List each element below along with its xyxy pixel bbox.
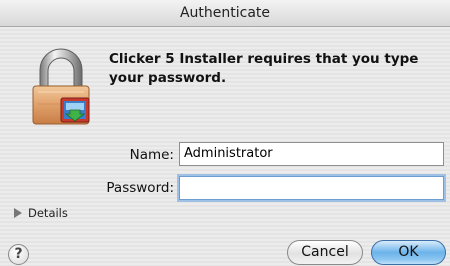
name-label: Name:	[129, 147, 174, 163]
disclosure-triangle-icon[interactable]	[14, 208, 22, 218]
name-field[interactable]: Administrator	[179, 142, 444, 166]
ok-button[interactable]: OK	[371, 240, 446, 265]
details-disclosure[interactable]: Details	[14, 206, 68, 220]
details-label: Details	[28, 206, 68, 220]
cancel-button[interactable]: Cancel	[287, 240, 363, 265]
window-title: Authenticate	[179, 5, 271, 21]
window-titlebar[interactable]: Authenticate	[0, 0, 450, 27]
padlock-icon	[32, 48, 90, 125]
password-label: Password:	[106, 180, 174, 196]
installer-package-icon	[60, 97, 90, 123]
auth-message: Clicker 5 Installer requires that you ty…	[109, 51, 419, 86]
password-field[interactable]	[179, 176, 444, 200]
name-field-value: Administrator	[184, 146, 273, 161]
help-button[interactable]: ?	[8, 244, 29, 265]
